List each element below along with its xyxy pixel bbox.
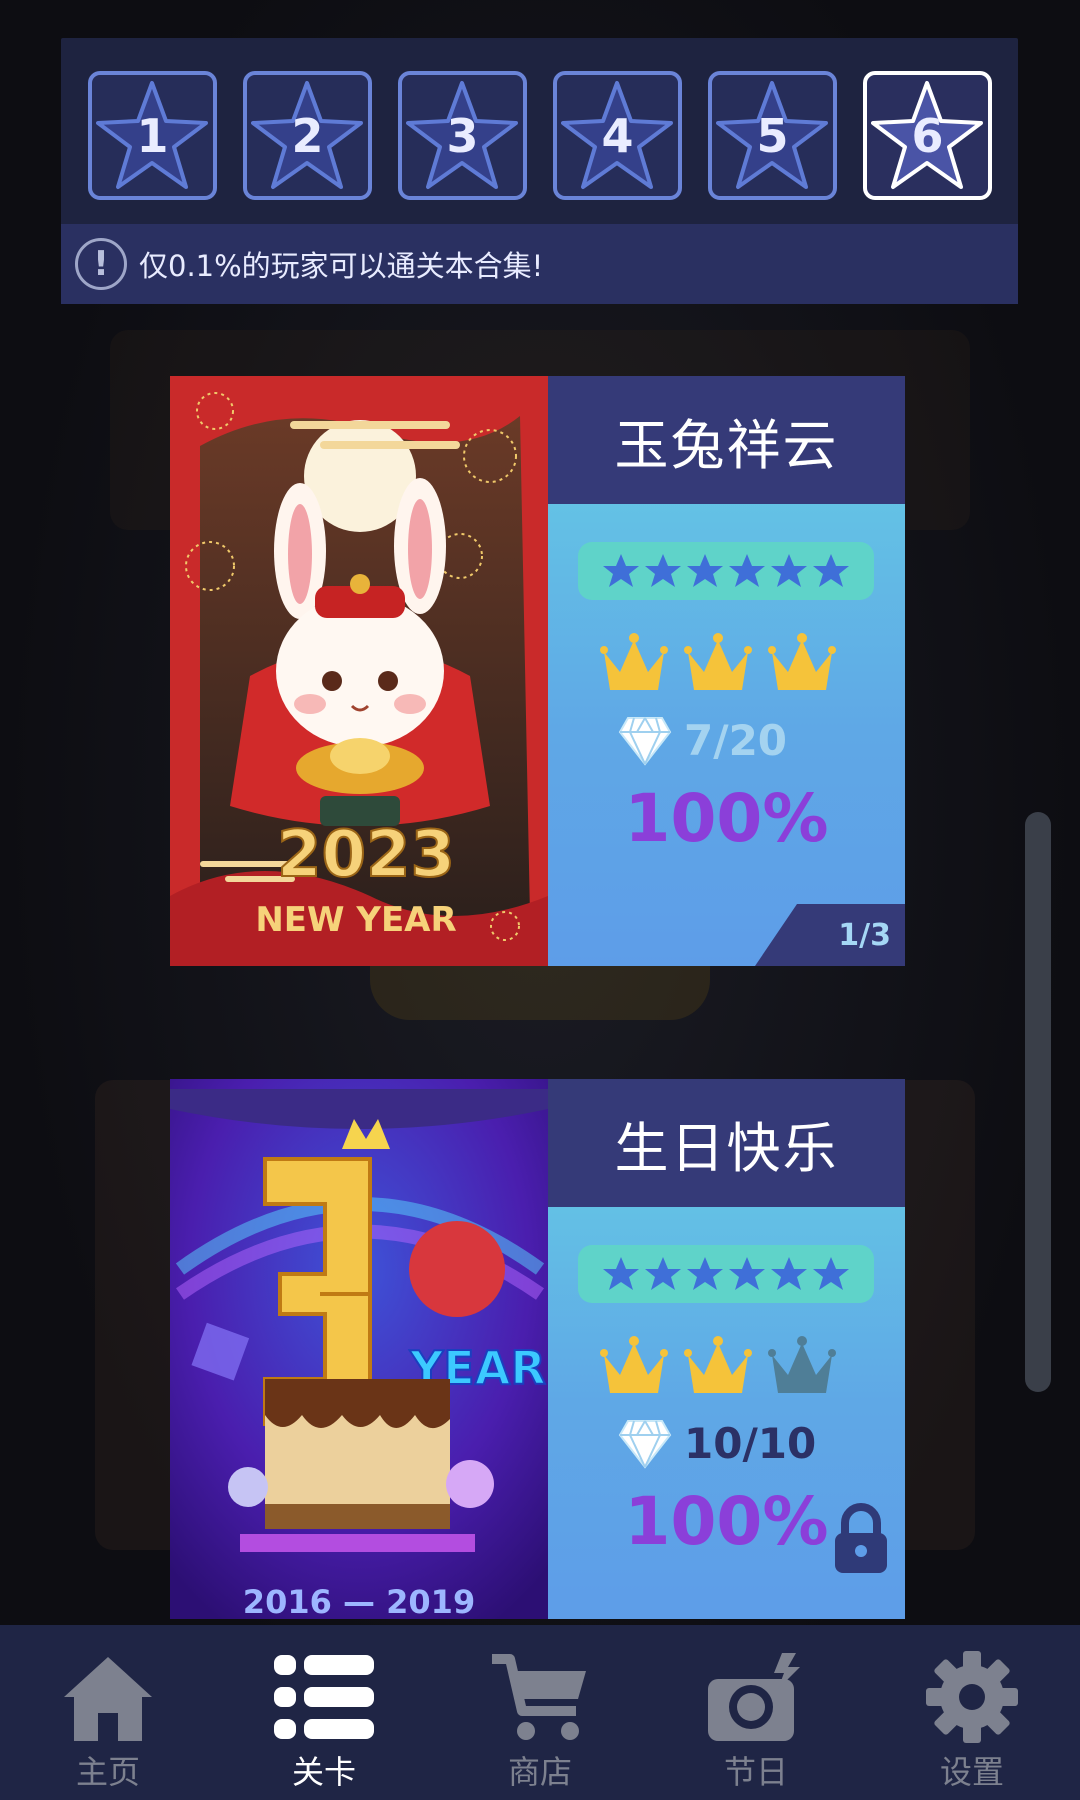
gear-icon [926, 1651, 1018, 1743]
star-icon [645, 554, 681, 587]
card-info-panel: 玉兔祥云 7/20 100% 1/3 [548, 376, 905, 966]
level-button-5[interactable]: 5 [708, 71, 837, 200]
crown-icon [600, 1336, 668, 1393]
nav-label: 关卡 [291, 1753, 356, 1791]
nav-item-levels[interactable]: 关卡 [216, 1625, 432, 1800]
page-indicator: 1/3 [755, 904, 905, 966]
nav-item-shop[interactable]: 商店 [432, 1625, 648, 1800]
level-selector-panel: 1 2 3 4 5 6 ! 仅0.1%的玩家可以通关本合集! [61, 38, 1018, 304]
star-icon [687, 554, 723, 587]
card-info-panel: 生日快乐 10/10 100% [548, 1079, 905, 1619]
star-icon [813, 554, 849, 587]
level-button-2[interactable]: 2 [243, 71, 372, 200]
star-icon [687, 1257, 723, 1290]
crown-rating [600, 1335, 836, 1399]
nav-label: 设置 [939, 1753, 1004, 1791]
nav-label: 节日 [723, 1753, 788, 1791]
difficulty-stars [578, 542, 874, 600]
difficulty-stars [578, 1245, 874, 1303]
card-title: 生日快乐 [614, 1116, 839, 1180]
level-button-6[interactable]: 6 [863, 71, 992, 200]
gem-count: 7/20 [684, 715, 788, 765]
level-number: 5 [756, 108, 789, 163]
nav-label: 商店 [507, 1753, 572, 1791]
notice-text: 仅0.1%的玩家可以通关本合集! [139, 249, 544, 283]
crown-icon [684, 633, 752, 690]
card-artwork-new-year: 2023 NEW YEAR [170, 376, 548, 966]
nav-label: 主页 [75, 1753, 140, 1791]
level-number: 4 [601, 108, 634, 163]
star-icon [603, 554, 639, 587]
info-icon: ! [75, 238, 127, 290]
card-title: 玉兔祥云 [614, 413, 839, 477]
star-icon [729, 554, 765, 587]
star-icon [771, 554, 807, 587]
art-caption-text: NEW YEAR [255, 900, 456, 940]
completion-percent: 100% [624, 780, 829, 857]
art-year-range-text: 2016 — 2019 [243, 1583, 475, 1619]
collection-card[interactable]: YEARS 2016 — 2019 生日快乐 10/10 100% [170, 1079, 905, 1619]
diamond-icon [618, 717, 672, 766]
card-title-bar: 生日快乐 [548, 1079, 905, 1207]
notice-bar: ! 仅0.1%的玩家可以通关本合集! [61, 224, 1018, 304]
art-year-text: 2023 [277, 818, 455, 892]
crown-icon [768, 1336, 836, 1393]
page-indicator-text: 1/3 [838, 917, 891, 953]
level-button-1[interactable]: 1 [88, 71, 217, 200]
crown-rating [600, 632, 836, 696]
card-title-bar: 玉兔祥云 [548, 376, 905, 504]
gem-progress: 10/10 [618, 1417, 816, 1469]
collection-card[interactable]: 2023 NEW YEAR 玉兔祥云 7/20 100% 1/3 [170, 376, 905, 966]
gem-progress: 7/20 [618, 714, 787, 766]
level-number: 3 [446, 108, 479, 163]
crown-icon [684, 1336, 752, 1393]
card-artwork-birthday: YEARS 2016 — 2019 [170, 1079, 548, 1619]
level-row: 1 2 3 4 5 6 [88, 71, 992, 200]
list-icon [274, 1655, 374, 1739]
nav-item-settings[interactable]: 设置 [864, 1625, 1080, 1800]
crown-icon [600, 633, 668, 690]
nav-item-festival[interactable]: 节日 [648, 1625, 864, 1800]
nav-item-home[interactable]: 主页 [0, 1625, 216, 1800]
star-icon [813, 1257, 849, 1290]
lock-icon [835, 1503, 887, 1573]
star-icon [771, 1257, 807, 1290]
gem-count: 10/10 [684, 1418, 817, 1468]
star-icon [729, 1257, 765, 1290]
level-button-3[interactable]: 3 [398, 71, 527, 200]
festival-icon [708, 1653, 800, 1741]
level-number: 6 [911, 108, 944, 163]
level-number: 2 [291, 108, 324, 163]
diamond-icon [618, 1420, 672, 1469]
star-icon [645, 1257, 681, 1290]
level-number: 1 [136, 108, 169, 163]
bottom-navigation: 主页 关卡 商店 节日 设置 [0, 1625, 1080, 1800]
scrollbar[interactable] [1025, 812, 1051, 1392]
home-icon [64, 1657, 152, 1741]
level-button-4[interactable]: 4 [553, 71, 682, 200]
star-icon [603, 1257, 639, 1290]
cart-icon [492, 1654, 586, 1740]
crown-icon [768, 633, 836, 690]
